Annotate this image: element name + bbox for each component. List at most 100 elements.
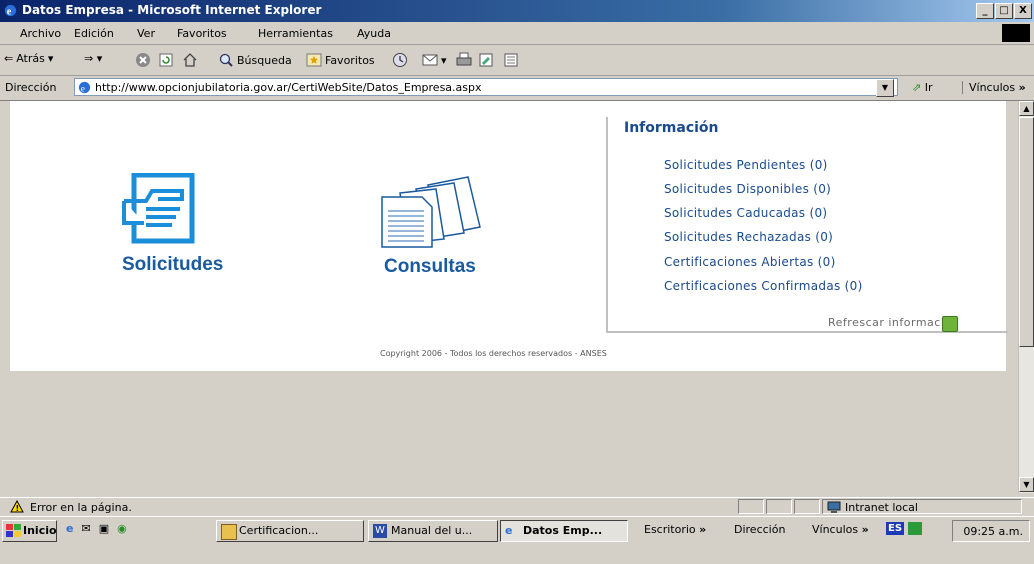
go-arrow-icon: ⇗ [912,81,922,94]
refresh-icon[interactable] [942,316,958,332]
svg-text:e: e [7,6,12,17]
documents-stack-icon [381,176,481,248]
discuss-button[interactable] [503,52,519,68]
favorites-label: Favoritos [325,53,375,67]
address-label: Dirección [5,81,57,94]
forward-button[interactable]: ⇒ ▾ [84,52,102,65]
network-tray-icon[interactable] [908,522,922,535]
page-icon: e [78,81,91,94]
close-button[interactable]: X [1014,3,1032,19]
task-datos-empresa[interactable]: e Datos Emp... [500,520,628,542]
solicitudes-link[interactable] [120,172,196,248]
zone-panel: Intranet local [822,499,1022,514]
stop-button[interactable] [135,52,151,68]
ie-icon: e [4,4,17,17]
vertical-scrollbar[interactable]: ▲ ▼ [1018,101,1034,493]
svg-text:!: ! [16,504,20,513]
start-button[interactable]: Inicio [2,520,57,542]
start-label: Inicio [23,524,57,537]
menu-herramientas[interactable]: Herramientas [258,27,333,40]
svg-text:e: e [81,84,85,94]
status-panel [794,499,820,514]
maximize-button[interactable]: □ [995,3,1013,19]
status-panel [766,499,792,514]
menu-ver[interactable]: Ver [137,27,155,40]
consultas-link[interactable] [370,175,500,254]
address-bar: Dirección e http://www.opcionjubilatoria… [0,76,1034,101]
dropdown-arrow-icon: ▾ [441,53,447,67]
copyright-text: Copyright 2006 - Todos los derechos rese… [380,349,607,358]
task-certificacion[interactable]: Certificacion... [216,520,364,542]
history-button[interactable] [392,52,408,68]
content-viewport: Solicitudes Consultas Información Solici… [0,101,1018,493]
window-title-bar[interactable]: e Datos Empresa - Microsoft Internet Exp… [0,0,1034,22]
refresh-icon [159,53,173,67]
info-item-disponibles[interactable]: Solicitudes Disponibles (0) [664,182,831,196]
back-button[interactable]: ⇐ Atrás ▾ [4,52,53,65]
desktop-toolbar[interactable]: Escritorio » [644,523,706,536]
language-indicator[interactable]: ES [886,522,905,535]
favorites-star-icon [306,53,322,67]
info-item-pendientes[interactable]: Solicitudes Pendientes (0) [664,158,828,172]
links-toolbar[interactable]: Vínculos » [812,523,869,536]
windows-logo-icon [1002,24,1030,42]
links-label: Vínculos [969,81,1016,94]
hand-document-icon [122,172,195,244]
refresh-button[interactable] [158,52,174,68]
menu-ayuda[interactable]: Ayuda [357,27,391,40]
search-button[interactable]: Búsqueda [218,52,292,68]
mail-button[interactable]: ▾ [422,52,447,68]
back-label: Atrás [16,52,45,65]
window-title: Datos Empresa - Microsoft Internet Explo… [22,3,322,17]
history-icon [393,53,407,67]
favorites-button[interactable]: Favoritos [306,52,375,68]
menu-favoritos[interactable]: Favoritos [177,27,227,40]
go-label: Ir [924,81,933,94]
outlook-quicklaunch-icon[interactable]: ✉ [81,522,90,535]
print-button[interactable] [456,52,472,68]
dropdown-arrow-icon: ▾ [47,52,54,65]
address-input[interactable]: e http://www.opcionjubilatoria.gov.ar/Ce… [74,78,898,96]
menu-bar: Archivo Edición Ver Favoritos Herramient… [0,22,1034,45]
address-dropdown-button[interactable]: ▼ [876,79,894,97]
mail-icon [422,54,438,66]
info-item-rechazadas[interactable]: Solicitudes Rechazadas (0) [664,230,833,244]
scroll-down-button[interactable]: ▼ [1019,477,1034,492]
page-body: Solicitudes Consultas Información Solici… [10,101,1008,371]
task-label: Manual del u... [391,524,473,537]
menu-archivo[interactable]: Archivo [20,27,61,40]
go-button[interactable]: ⇗ Ir [912,81,933,94]
desktop-quicklaunch-icon[interactable]: ▣ [99,522,109,535]
menu-edicion[interactable]: Edición [74,27,114,40]
info-panel: Información Solicitudes Pendientes (0) S… [606,117,1008,333]
minimize-button[interactable]: _ [976,3,994,19]
home-button[interactable] [182,52,198,68]
ie-icon: e [505,524,513,537]
scroll-up-button[interactable]: ▲ [1019,101,1034,116]
address-toolbar[interactable]: Dirección [734,523,785,536]
ie-quicklaunch-icon[interactable]: e [66,522,73,535]
folder-icon [221,524,237,540]
info-item-caducadas[interactable]: Solicitudes Caducadas (0) [664,206,827,220]
status-bar: ! Error en la página. Intranet local [0,497,1034,516]
quick-launch: e ✉ ▣ ◉ [66,522,127,535]
info-item-cert-confirmadas[interactable]: Certificaciones Confirmadas (0) [664,279,863,293]
scroll-thumb[interactable] [1019,117,1034,347]
links-button[interactable]: Vínculos » [962,81,1026,94]
zone-label: Intranet local [845,501,918,514]
toolbar: ⇐ Atrás ▾ ⇒ ▾ Búsqueda Favoritos ▾ [0,45,1034,76]
warning-icon[interactable]: ! [10,500,24,513]
address-url: http://www.opcionjubilatoria.gov.ar/Cert… [95,80,482,94]
consultas-label[interactable]: Consultas [384,256,476,278]
clock: 09:25 a.m. [952,520,1030,542]
solicitudes-label[interactable]: Solicitudes [122,254,223,276]
home-icon [183,53,197,67]
edit-button[interactable] [478,52,494,68]
intranet-icon [827,501,841,513]
task-manual[interactable]: W Manual del u... [368,520,498,542]
media-quicklaunch-icon[interactable]: ◉ [117,522,127,535]
refresh-info-link[interactable]: Refrescar información [828,316,959,329]
info-item-cert-abiertas[interactable]: Certificaciones Abiertas (0) [664,255,836,269]
taskbar: Inicio e ✉ ▣ ◉ Certificacion... W Manual… [0,516,1034,564]
stop-icon [136,53,150,67]
